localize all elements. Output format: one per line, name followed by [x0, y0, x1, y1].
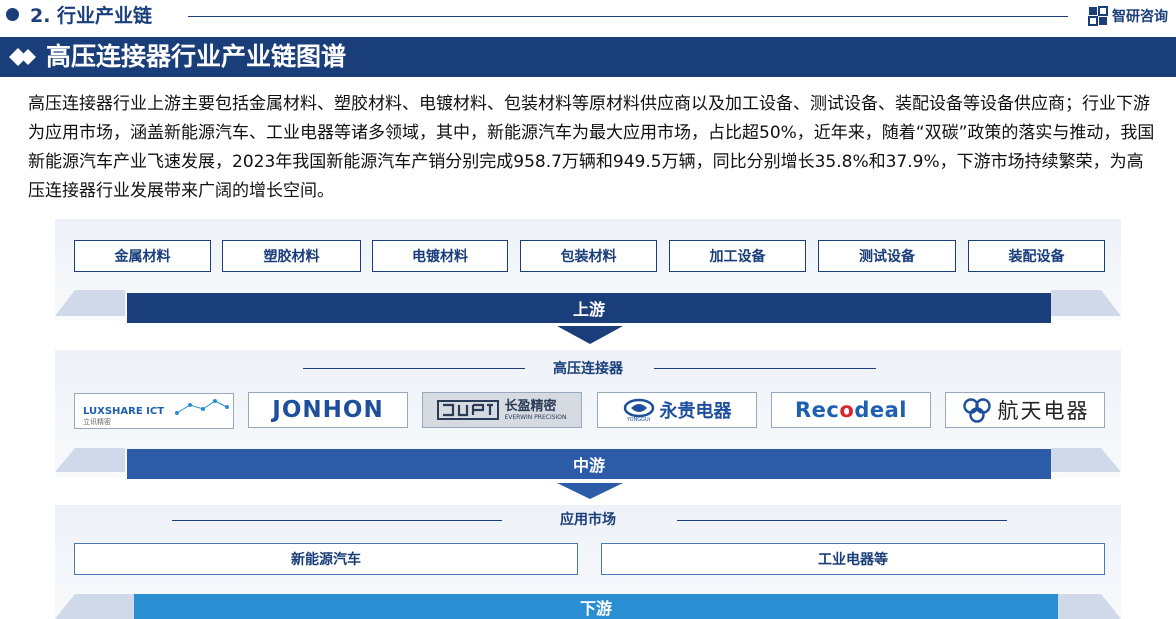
recodeal-name: Recodeal — [795, 398, 907, 422]
upstream-item: 金属材料 — [74, 240, 211, 272]
header-divider — [188, 16, 1068, 17]
everwin-subname: EVERWIN PRECISION — [504, 413, 567, 421]
everwin-emblem-icon — [437, 400, 500, 420]
section-bullet — [6, 8, 19, 21]
downstream-item: 新能源汽车 — [74, 543, 578, 575]
upstream-item: 测试设备 — [818, 240, 956, 272]
brand-mark-icon — [1088, 6, 1108, 26]
midstream-bar: 中游 — [127, 449, 1051, 479]
luxshare-constellation-icon — [175, 399, 229, 415]
downstream-item: 工业电器等 — [601, 543, 1105, 575]
brand-name: 智研咨询 — [1112, 9, 1168, 25]
aerospace-logo: 航天电器 — [945, 392, 1105, 428]
luxshare-name: LUXSHARE ICT — [83, 405, 165, 417]
section-title: 2. 行业产业链 — [30, 5, 153, 27]
luxshare-subname: 立讯精密 — [83, 417, 111, 426]
down-arrow-icon — [557, 483, 623, 499]
everwin-name: 长盈精密 — [504, 398, 557, 414]
page-title: 高压连接器行业产业链图谱 — [46, 42, 347, 71]
yonggui-subname: YONGGUI — [626, 416, 651, 423]
midstream-rule-left — [303, 368, 525, 369]
downstream-bar: 下游 — [134, 594, 1058, 619]
upstream-item: 塑胶材料 — [222, 240, 361, 272]
downstream-title: 应用市场 — [560, 512, 616, 528]
upstream-item: 装配设备 — [968, 240, 1105, 272]
downstream-rule-left — [172, 520, 502, 521]
midstream-title: 高压连接器 — [553, 361, 623, 377]
intro-paragraph: 高压连接器行业上游主要包括金属材料、塑胶材料、电镀材料、包装材料等原材料供应商以… — [28, 94, 1155, 201]
brand-logo: 智研咨询 — [1088, 4, 1168, 28]
aerospace-knot-icon — [962, 398, 991, 423]
upstream-bar: 上游 — [127, 293, 1051, 323]
upstream-item: 加工设备 — [669, 240, 806, 272]
upstream-item: 包装材料 — [520, 240, 657, 272]
double-diamond-icon — [9, 48, 36, 66]
recodeal-red-o: o — [839, 398, 855, 422]
yonggui-name: 永贵电器 — [659, 401, 732, 422]
upstream-item: 电镀材料 — [372, 240, 508, 272]
jonhon-name: JONHON — [272, 397, 384, 423]
everwin-logo: 长盈精密 EVERWIN PRECISION — [422, 392, 582, 428]
downstream-rule-right — [677, 520, 1007, 521]
luxshare-logo: LUXSHARE ICT 立讯精密 — [74, 393, 234, 429]
aerospace-name: 航天电器 — [997, 399, 1090, 423]
yonggui-logo: YONGGUI 永贵电器 — [597, 392, 757, 428]
down-arrow-icon — [557, 326, 623, 344]
jonhon-logo: JONHON — [248, 392, 408, 428]
midstream-rule-right — [654, 368, 876, 369]
recodeal-logo: Recodeal — [771, 392, 931, 428]
yonggui-swirl-icon — [623, 398, 654, 417]
